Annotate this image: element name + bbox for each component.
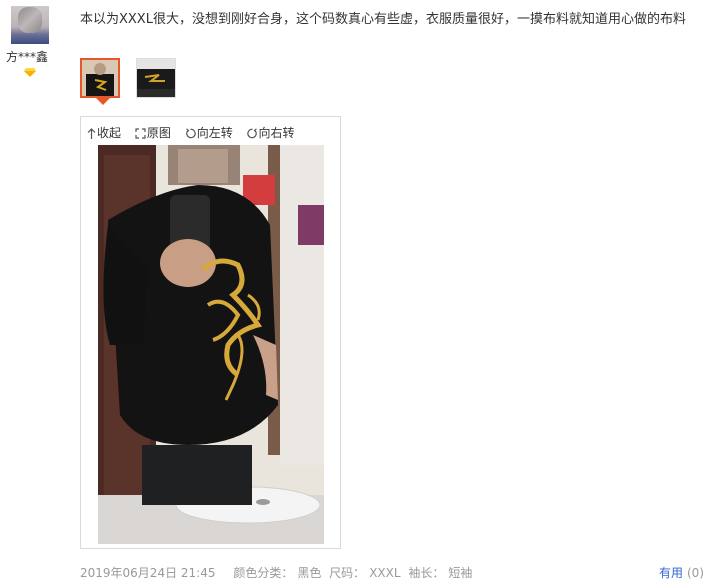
sleeve-label: 袖长： [408, 566, 445, 580]
review-text: 本以为XXXL很大，没想到刚好合身，这个码数真心有些虚，衣服质量很好，一摸布料就… [80, 12, 686, 27]
viewer-toolbar: 收起 原图 向左转 向右转 [87, 124, 305, 140]
rotate-left-button[interactable]: 向左转 [185, 124, 233, 141]
size-label: 尺码： [329, 566, 366, 580]
color-label: 颜色分类： [233, 566, 294, 580]
original-image-button[interactable]: 原图 [135, 124, 171, 141]
rotate-left-label: 向左转 [196, 126, 233, 140]
original-label: 原图 [146, 126, 171, 140]
collapse-label: 收起 [97, 126, 122, 140]
active-thumbnail-arrow [96, 98, 110, 105]
rotate-left-icon [185, 128, 196, 139]
review-photo[interactable] [98, 145, 324, 544]
useful-button[interactable]: 有用 (0) [659, 564, 704, 581]
image-viewer: 收起 原图 向左转 向右转 [80, 116, 341, 549]
size-value: XXXL [369, 566, 401, 580]
sleeve-value: 短袖 [448, 566, 473, 580]
avatar[interactable] [11, 6, 49, 44]
thumbnail-active[interactable] [80, 58, 120, 98]
rotate-right-button[interactable]: 向右转 [246, 124, 295, 141]
review-meta: 2019年06月24日 21:45 颜色分类： 黑色 尺码： XXXL 袖长： 短袖 [80, 564, 490, 581]
thumbnail-second[interactable] [136, 58, 176, 98]
collapse-arrow-icon [87, 128, 96, 139]
rotate-right-label: 向右转 [258, 126, 295, 140]
fullscreen-icon [135, 128, 146, 139]
username: 方***鑫 [5, 50, 48, 64]
sku-info: 颜色分类： 黑色 尺码： XXXL 袖长： 短袖 [233, 566, 476, 580]
review-date: 2019年06月24日 21:45 [80, 566, 216, 580]
useful-label[interactable]: 有用 [659, 566, 683, 580]
color-value: 黑色 [297, 566, 322, 580]
collapse-button[interactable]: 收起 [87, 124, 121, 141]
useful-count: (0) [687, 566, 704, 580]
rotate-right-icon [246, 128, 257, 139]
vip-diamond-icon [24, 68, 36, 77]
reviewer-info: 方***鑫 [6, 6, 52, 77]
